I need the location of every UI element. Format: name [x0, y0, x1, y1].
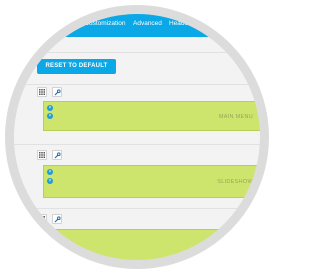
divider	[13, 208, 261, 209]
section-subtitle: ...r positions	[18, 43, 51, 49]
position-row-slideshow[interactable]: × × SLIDESHOW	[43, 165, 261, 198]
row-label: SLIDESHOW	[217, 179, 253, 185]
circular-viewport: ...plate Customization Advanced Header O…	[13, 13, 261, 261]
grid-icon[interactable]	[37, 87, 47, 97]
stage: ...plate Customization Advanced Header O…	[0, 0, 274, 274]
tab-advanced[interactable]: Advanced	[133, 20, 162, 27]
close-icon[interactable]: ×	[47, 169, 53, 175]
divider	[13, 52, 261, 53]
grid-icon[interactable]	[37, 214, 47, 224]
close-icon[interactable]: ×	[47, 178, 53, 184]
wrench-icon[interactable]	[52, 150, 62, 160]
position-row-3[interactable]	[43, 229, 261, 261]
row-label: MAIN MENU	[218, 114, 253, 120]
divider	[13, 144, 261, 145]
grid-icon[interactable]	[37, 150, 47, 160]
divider	[13, 84, 261, 85]
tab-header-options[interactable]: Header Opt...	[169, 20, 208, 27]
close-icon[interactable]: ×	[47, 105, 53, 111]
reset-to-default-button[interactable]: RESET TO DEFAULT	[37, 59, 116, 74]
content: ...plate Customization Advanced Header O…	[13, 13, 261, 261]
wrench-icon[interactable]	[52, 87, 62, 97]
top-nav: ...plate Customization Advanced Header O…	[13, 13, 261, 37]
close-icon[interactable]: ×	[47, 113, 53, 119]
tab-template-customization[interactable]: ...plate Customization	[63, 20, 126, 27]
wrench-icon[interactable]	[52, 214, 62, 224]
position-row-main-menu[interactable]: × × MAIN MENU	[43, 101, 261, 131]
